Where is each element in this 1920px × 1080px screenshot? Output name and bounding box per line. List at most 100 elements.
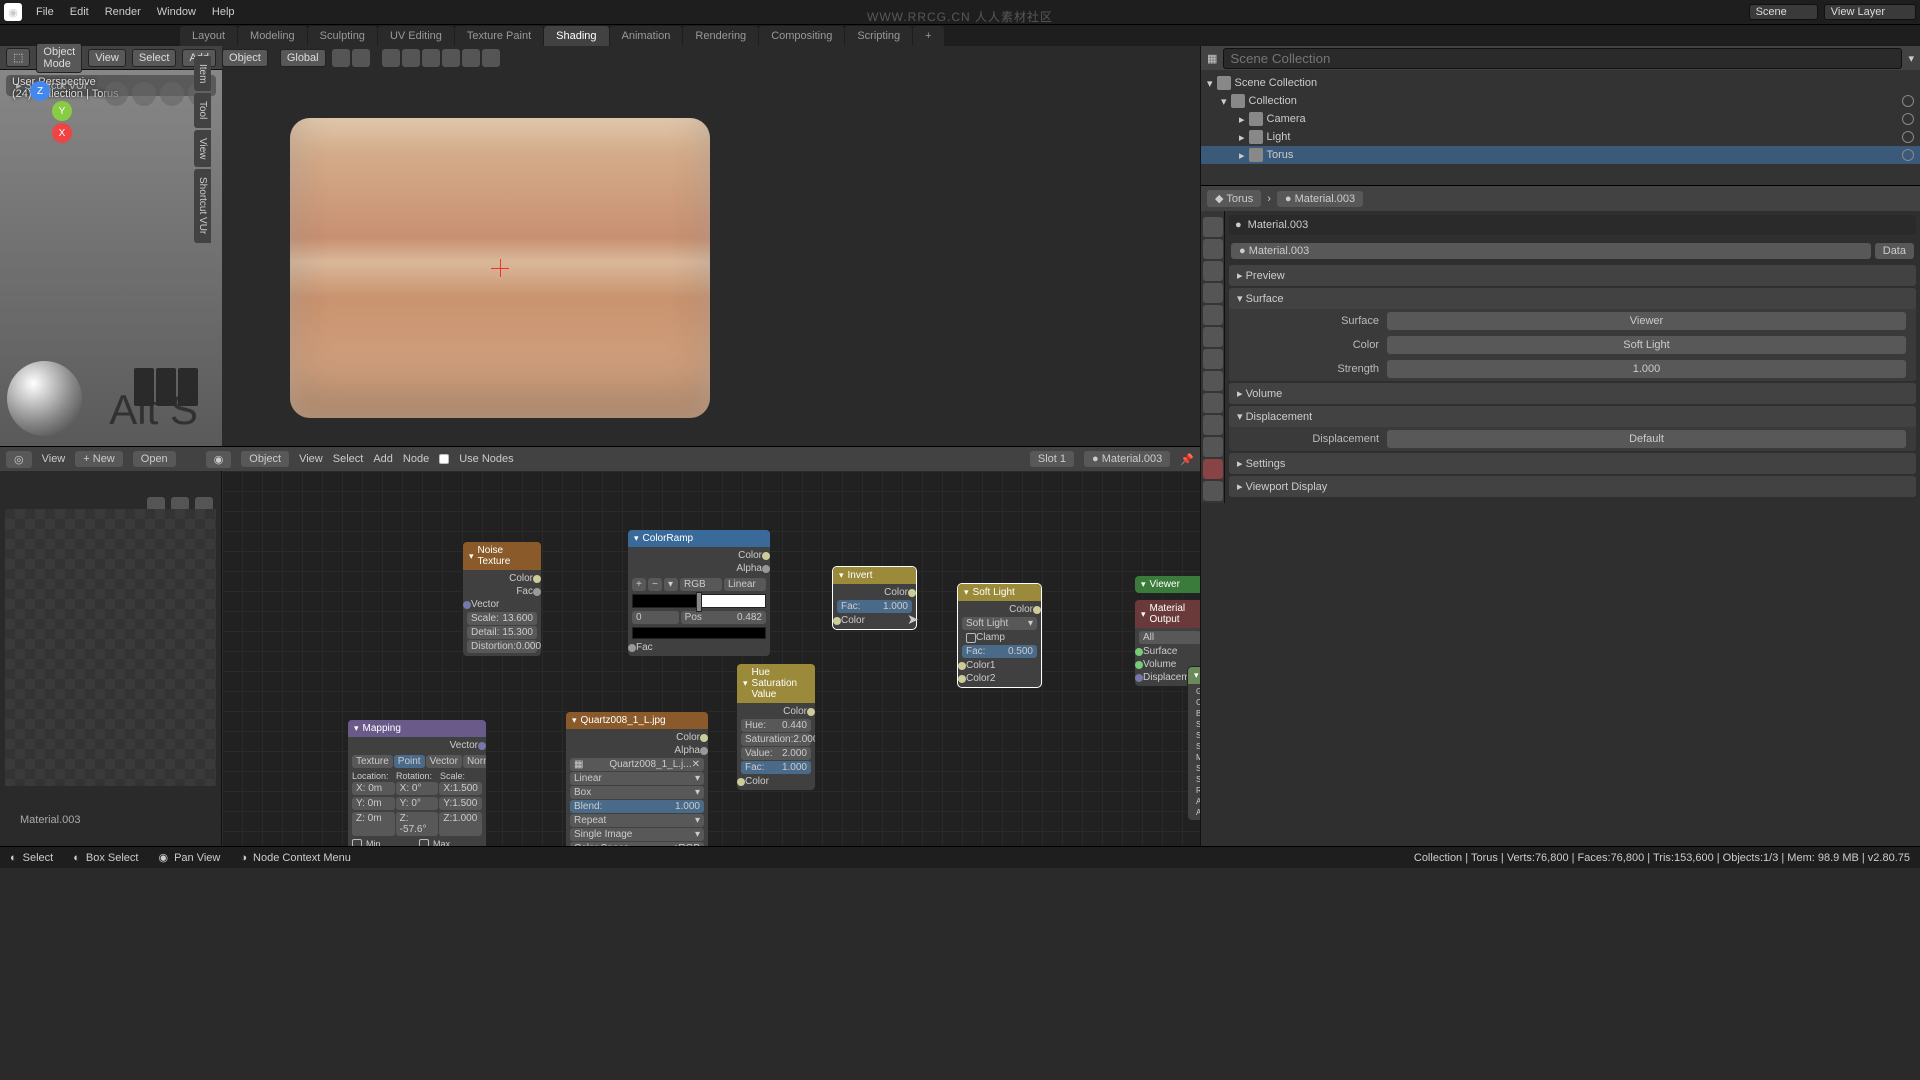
- snap-icon[interactable]: [332, 49, 350, 67]
- shading-matprev-icon[interactable]: [462, 49, 480, 67]
- prop-object-icon[interactable]: [1203, 327, 1223, 347]
- node-image-texture[interactable]: Quartz008_1_L.jpg Color Alpha ▦ Quartz00…: [565, 711, 709, 846]
- noise-distortion[interactable]: Distortion:0.000: [467, 640, 537, 653]
- nav-gizmo[interactable]: Z Y X: [10, 81, 72, 143]
- ws-texpaint[interactable]: Texture Paint: [455, 26, 543, 46]
- ramp-gradient[interactable]: [632, 594, 766, 608]
- map-point[interactable]: Point: [394, 755, 425, 768]
- npanel-tab-shortcut[interactable]: Shortcut VUr: [194, 169, 211, 242]
- ws-layout[interactable]: Layout: [180, 26, 237, 46]
- ws-add[interactable]: +: [913, 26, 943, 46]
- material-slot[interactable]: ● Material.003: [1229, 215, 1916, 235]
- img-colorspace[interactable]: Color SpacesRGB: [570, 842, 704, 846]
- node-mapping[interactable]: Mapping Vector Texture Point Vector Norm…: [347, 719, 487, 846]
- sec-surface[interactable]: ▾ Surface: [1229, 288, 1916, 309]
- vp-camera-icon[interactable]: [160, 82, 184, 106]
- clamp-checkbox[interactable]: [966, 633, 976, 643]
- strength-field[interactable]: 1.000: [1387, 360, 1906, 378]
- prop-viewlayer-icon[interactable]: [1203, 261, 1223, 281]
- ne-m-view[interactable]: View: [299, 453, 323, 465]
- img-interp[interactable]: Linear▾: [570, 772, 704, 785]
- slot-dropdown[interactable]: Slot 1: [1030, 451, 1074, 467]
- ne-shadertype-icon[interactable]: ◉: [206, 451, 232, 468]
- pin-icon[interactable]: 📌: [1180, 453, 1194, 466]
- node-softlight[interactable]: Soft Light Color Soft Light▾ Clamp Fac:0…: [957, 583, 1042, 688]
- ramp-color-swatch[interactable]: [632, 627, 766, 639]
- ws-modeling[interactable]: Modeling: [238, 26, 307, 46]
- prop-texture-icon[interactable]: [1203, 481, 1223, 501]
- scene-field[interactable]: Scene: [1749, 4, 1818, 20]
- sec-preview[interactable]: ▸ Preview: [1229, 265, 1916, 286]
- mode-dropdown[interactable]: Object Mode: [36, 43, 82, 73]
- ne-new[interactable]: + New: [75, 451, 123, 467]
- prop-render-icon[interactable]: [1203, 217, 1223, 237]
- menu-help[interactable]: Help: [204, 6, 243, 18]
- ne-m-select[interactable]: Select: [333, 453, 364, 465]
- hsv-sat[interactable]: Saturation:2.000: [741, 733, 811, 746]
- sec-displacement[interactable]: ▾ Displacement: [1229, 406, 1916, 427]
- node-viewer[interactable]: Viewer: [1134, 575, 1200, 594]
- map-normal[interactable]: Normal: [463, 755, 487, 768]
- displacement-field[interactable]: Default: [1387, 430, 1906, 448]
- prop-physics-icon[interactable]: [1203, 393, 1223, 413]
- sec-viewport-display[interactable]: ▸ Viewport Display: [1229, 476, 1916, 497]
- vp-move-icon[interactable]: [132, 82, 156, 106]
- use-nodes-checkbox[interactable]: [439, 454, 449, 464]
- tree-light[interactable]: ▸Light: [1201, 128, 1920, 146]
- invert-fac[interactable]: Fac:1.000: [837, 600, 912, 613]
- ramp-del[interactable]: −: [648, 578, 662, 591]
- img-file-field[interactable]: ▦ Quartz008_1_L.j...✕: [570, 758, 704, 771]
- outliner-type-icon[interactable]: ▦: [1207, 52, 1217, 65]
- ramp-add[interactable]: +: [632, 578, 646, 591]
- img-proj[interactable]: Box▾: [570, 786, 704, 799]
- overlay-toggle-icon[interactable]: [382, 49, 400, 67]
- ramp-pos[interactable]: Pos0.482: [681, 611, 766, 624]
- prop-output-icon[interactable]: [1203, 239, 1223, 259]
- node-colorramp[interactable]: ColorRamp Color Alpha + − ▾ RGB Linear: [627, 529, 771, 657]
- node-invert[interactable]: Invert Color Fac:1.000 Color: [832, 566, 917, 630]
- ne-m-node[interactable]: Node: [403, 453, 429, 465]
- shading-wire-icon[interactable]: [422, 49, 440, 67]
- prop-modifier-icon[interactable]: [1203, 349, 1223, 369]
- prop-constraint-icon[interactable]: [1203, 415, 1223, 435]
- ramp-menu[interactable]: ▾: [664, 578, 678, 591]
- material-dropdown[interactable]: ● Material.003: [1084, 451, 1170, 467]
- orientation-dropdown[interactable]: Global: [280, 49, 326, 67]
- ws-sculpting[interactable]: Sculpting: [308, 26, 377, 46]
- visibility-icon[interactable]: [1902, 149, 1914, 161]
- menu-edit[interactable]: Edit: [62, 6, 97, 18]
- tree-camera[interactable]: ▸Camera: [1201, 110, 1920, 128]
- npanel-tab-view[interactable]: View: [194, 130, 211, 168]
- 3d-viewport[interactable]: ⬚ Object Mode View Select Add Object Glo…: [0, 46, 222, 446]
- visibility-icon[interactable]: [1902, 131, 1914, 143]
- material-link-dropdown[interactable]: Data: [1875, 243, 1914, 259]
- sec-volume[interactable]: ▸ Volume: [1229, 383, 1916, 404]
- ne-open[interactable]: Open: [133, 451, 176, 467]
- img-ext[interactable]: Repeat▾: [570, 814, 704, 827]
- node-editor[interactable]: ◎ View + New Open ◉ Object View Select A…: [0, 446, 1200, 846]
- ws-render[interactable]: Rendering: [683, 26, 758, 46]
- ramp-mode[interactable]: RGB: [680, 578, 722, 591]
- xray-icon[interactable]: [402, 49, 420, 67]
- ws-shading[interactable]: Shading: [544, 26, 608, 46]
- node-hsv[interactable]: Hue Saturation Value Color Hue:0.440 Sat…: [736, 663, 816, 791]
- visibility-icon[interactable]: [1902, 95, 1914, 107]
- npanel-tab-tool[interactable]: Tool: [194, 93, 211, 127]
- breadcrumb-object[interactable]: ◆ Torus: [1207, 190, 1261, 207]
- material-name-field[interactable]: ● Material.003: [1231, 243, 1871, 259]
- vp-view[interactable]: View: [88, 49, 126, 67]
- mix-fac[interactable]: Fac:0.500: [962, 645, 1037, 658]
- ne-view-label[interactable]: View: [42, 453, 66, 465]
- vp-zoom-icon[interactable]: [104, 82, 128, 106]
- breadcrumb-material[interactable]: ● Material.003: [1277, 191, 1363, 207]
- noise-detail[interactable]: Detail:15.300: [467, 626, 537, 639]
- ramp-index[interactable]: 0: [632, 611, 679, 624]
- ne-editor-icon[interactable]: ◎: [6, 451, 32, 468]
- prop-world-icon[interactable]: [1203, 305, 1223, 325]
- filter-icon[interactable]: ▾: [1908, 52, 1914, 65]
- ne-object-type[interactable]: Object: [241, 451, 289, 467]
- menu-file[interactable]: File: [28, 6, 62, 18]
- menu-window[interactable]: Window: [149, 6, 204, 18]
- node-principled-bsdf[interactable]: P... GG...Ch... Bas...Sub... Sub...Sub..…: [1187, 666, 1200, 821]
- prop-material-icon[interactable]: [1203, 459, 1223, 479]
